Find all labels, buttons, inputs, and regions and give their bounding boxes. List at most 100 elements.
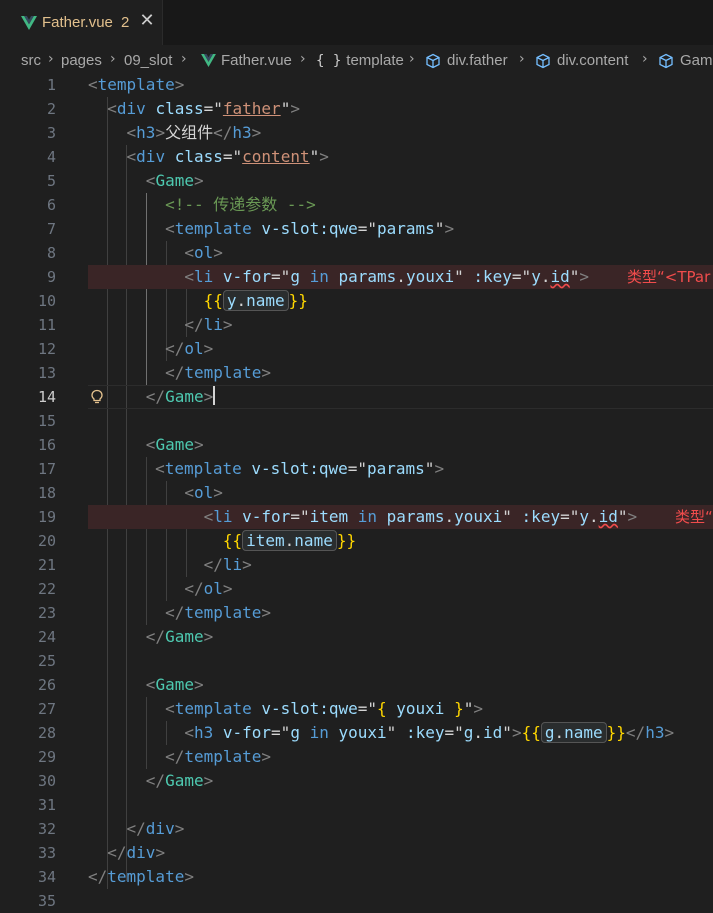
interpolation-expression: g.name xyxy=(540,722,607,743)
vue-logo-icon xyxy=(21,16,37,30)
code-text: <li v-for="g in params.youxi" :key="y.id… xyxy=(184,267,590,286)
code-text: <template v-slot:qwe="params"> xyxy=(165,219,455,238)
breadcrumb-label: template xyxy=(346,52,404,69)
line-number: 5 xyxy=(46,172,56,190)
code-line: 22 </ol> xyxy=(0,577,713,601)
code-text: </li> xyxy=(203,555,252,574)
text-cursor xyxy=(213,386,216,405)
line-number: 23 xyxy=(37,604,56,622)
code-text: <div class="content"> xyxy=(126,147,329,166)
line-number: 17 xyxy=(37,460,56,478)
code-line-error: 19 <li v-for="item in params.youxi" :key… xyxy=(0,505,713,529)
code-line: 11 </li> xyxy=(0,313,713,337)
code-line: 2 <div class="father"> xyxy=(0,97,713,121)
code-line: 27 <template v-slot:qwe="{ youxi }"> xyxy=(0,697,713,721)
breadcrumb-item-div-content[interactable]: div.content xyxy=(535,52,628,69)
line-number: 6 xyxy=(46,196,56,214)
tab-filename: Father.vue xyxy=(42,14,113,31)
breadcrumb-label: div.father xyxy=(447,52,508,69)
interpolation-expression: item.name xyxy=(242,530,337,551)
breadcrumb-item-template[interactable]: { } template xyxy=(316,52,404,69)
code-text: <li v-for="item in params.youxi" :key="y… xyxy=(203,507,638,526)
line-number: 26 xyxy=(37,676,56,694)
line-number: 18 xyxy=(37,484,56,502)
code-text: </ol> xyxy=(184,579,233,598)
code-line: 15 xyxy=(0,409,713,433)
line-number: 33 xyxy=(37,844,56,862)
code-line-error: 9 <li v-for="g in params.youxi" :key="y.… xyxy=(0,265,713,289)
line-number: 21 xyxy=(37,556,56,574)
cube-icon xyxy=(536,53,550,68)
code-line: 5 <Game> xyxy=(0,169,713,193)
code-text: <ol> xyxy=(184,243,223,262)
breadcrumb-label: Gam xyxy=(680,52,713,69)
code-line: 13 </template> xyxy=(0,361,713,385)
line-number: 31 xyxy=(37,796,56,814)
line-number: 20 xyxy=(37,532,56,550)
code-line: 8 <ol> xyxy=(0,241,713,265)
inline-error-message[interactable]: 类型“<TPar xyxy=(627,265,710,289)
code-line: 26 <Game> xyxy=(0,673,713,697)
line-number: 16 xyxy=(37,436,56,454)
interpolation-expression: y.name xyxy=(222,290,289,311)
code-text: </template> xyxy=(165,747,272,766)
chevron-right-icon: › xyxy=(48,51,54,67)
code-text: {{y.name}} xyxy=(203,290,308,311)
line-number: 11 xyxy=(37,316,56,334)
tab-problem-count: 2 xyxy=(121,14,130,31)
line-number: 1 xyxy=(46,76,56,94)
breadcrumb-label: div.content xyxy=(557,52,629,69)
code-editor[interactable]: 1 <template> 2 <div class="father"> 3 <h… xyxy=(0,73,713,910)
code-text: <!-- 传递参数 --> xyxy=(165,195,316,214)
code-text: </template> xyxy=(88,867,194,886)
braces-icon: { } xyxy=(316,52,342,69)
code-line: 7 <template v-slot:qwe="params"> xyxy=(0,217,713,241)
code-line: 25 xyxy=(0,649,713,673)
code-line: 12 </ol> xyxy=(0,337,713,361)
breadcrumb-item-src[interactable]: src xyxy=(21,52,41,69)
line-number: 24 xyxy=(37,628,56,646)
code-text: </template> xyxy=(165,603,272,622)
breadcrumb-item-div-father[interactable]: div.father xyxy=(425,52,508,69)
code-text: </Game> xyxy=(145,771,214,790)
breadcrumb-item-pages[interactable]: pages xyxy=(61,52,102,69)
close-icon[interactable]: ✕ xyxy=(137,11,157,31)
chevron-right-icon: › xyxy=(519,51,525,67)
code-text: <Game> xyxy=(145,171,204,190)
breadcrumb-item-09-slot[interactable]: 09_slot xyxy=(124,52,172,69)
code-line: 23 </template> xyxy=(0,601,713,625)
editor-tab-father-vue[interactable]: Father.vue 2 ✕ xyxy=(0,0,163,45)
breadcrumb-label: Father.vue xyxy=(221,52,292,69)
line-number: 12 xyxy=(37,340,56,358)
code-line: 24 </Game> xyxy=(0,625,713,649)
code-text: </Game> xyxy=(145,386,216,406)
code-line: 3 <h3>父组件</h3> xyxy=(0,121,713,145)
code-line: 32 </div> xyxy=(0,817,713,841)
line-number: 2 xyxy=(46,100,56,118)
code-text: <Game> xyxy=(145,435,204,454)
code-line: 29 </template> xyxy=(0,745,713,769)
line-number: 27 xyxy=(37,700,56,718)
line-number: 15 xyxy=(37,412,56,430)
code-text: </div> xyxy=(126,819,185,838)
code-line: 34 </template> xyxy=(0,865,713,889)
breadcrumb-item-game[interactable]: Gam xyxy=(658,52,713,69)
vue-logo-icon xyxy=(201,54,216,67)
code-text: <div class="father"> xyxy=(107,99,300,118)
code-line: 21 </li> xyxy=(0,553,713,577)
code-text: <template v-slot:qwe="params"> xyxy=(155,459,445,478)
inline-error-message[interactable]: 类型“ xyxy=(675,505,713,529)
code-text: </Game> xyxy=(145,627,214,646)
code-text: </ol> xyxy=(165,339,214,358)
line-number: 3 xyxy=(46,124,56,142)
line-number: 28 xyxy=(37,724,56,742)
line-number: 4 xyxy=(46,148,56,166)
code-line: 4 <div class="content"> xyxy=(0,145,713,169)
breadcrumb-item-father-vue[interactable]: Father.vue xyxy=(201,52,292,69)
line-number: 30 xyxy=(37,772,56,790)
code-line: 28 <h3 v-for="g in youxi" :key="g.id">{{… xyxy=(0,721,713,745)
chevron-right-icon: › xyxy=(110,51,116,67)
code-line: 20 {{item.name}} xyxy=(0,529,713,553)
line-number: 13 xyxy=(37,364,56,382)
code-line-current: 14 </Game> xyxy=(0,385,713,409)
